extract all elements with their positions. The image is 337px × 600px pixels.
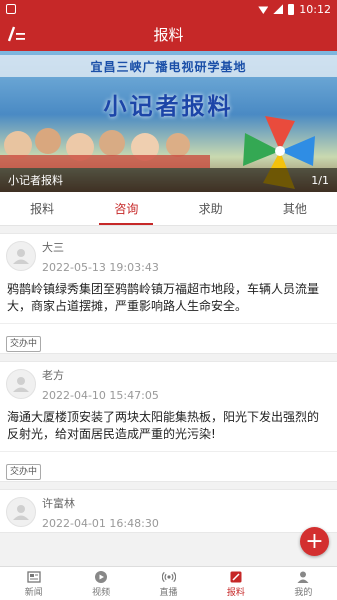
page-title: 报料 xyxy=(153,26,184,44)
nav-profile[interactable]: 我的 xyxy=(270,567,337,600)
status-badge: 交办中 xyxy=(6,464,42,480)
nav-live[interactable]: 直播 xyxy=(135,567,202,600)
children-illustration xyxy=(0,128,210,168)
author-name: 许富林 xyxy=(42,497,75,510)
banner-counter: 1/1 xyxy=(311,173,329,187)
news-icon xyxy=(27,570,41,583)
bottom-nav: 新闻 视频 直播 报料 我的 xyxy=(0,566,337,600)
post-author: 许富林 2022-04-01 16:48:30 xyxy=(0,490,337,532)
tab-consult[interactable]: 咨询 xyxy=(84,192,168,225)
live-icon xyxy=(161,571,176,582)
status-bar: 10:12 xyxy=(0,0,337,18)
banner-caption-text: 小记者报料 xyxy=(8,174,63,187)
app-header: 报料 xyxy=(0,18,337,51)
user-icon xyxy=(13,505,29,520)
tab-report[interactable]: 报料 xyxy=(0,192,84,225)
nav-video[interactable]: 视频 xyxy=(67,567,134,600)
video-icon xyxy=(95,570,108,583)
status-badge: 交办中 xyxy=(6,336,42,352)
app-notification-icon xyxy=(6,4,16,14)
profile-icon xyxy=(297,571,309,583)
post-time: 2022-04-01 16:48:30 xyxy=(42,517,159,530)
battery-icon xyxy=(288,3,295,15)
author-name: 老方 xyxy=(42,369,64,382)
post-list[interactable]: 大三 2022-05-13 19:03:43 鸦鹊岭镇绿秀集团至鸦鹊岭镇万福超市… xyxy=(0,226,337,566)
nav-video-label: 视频 xyxy=(92,587,111,598)
add-report-button[interactable]: + xyxy=(300,527,329,556)
post-time: 2022-04-10 15:47:05 xyxy=(42,389,159,402)
tab-other[interactable]: 其他 xyxy=(253,192,337,225)
category-tabs: 报料 咨询 求助 其他 xyxy=(0,192,337,226)
nav-report-label: 报料 xyxy=(226,587,245,598)
author-name: 大三 xyxy=(42,241,64,254)
post-content: 海通大厦楼顶安装了两块太阳能集热板，阳光下发出强烈的反射光，给对面居民造成严重的… xyxy=(7,410,320,441)
avatar xyxy=(6,497,36,527)
banner-caption: 小记者报料 1/1 xyxy=(0,168,337,192)
post-author: 老方 2022-04-10 15:47:05 xyxy=(0,362,337,404)
avatar xyxy=(6,241,36,271)
report-icon xyxy=(230,571,242,582)
avatar xyxy=(6,369,36,399)
nav-news-label: 新闻 xyxy=(24,587,43,598)
nav-profile-label: 我的 xyxy=(294,587,313,598)
clock: 10:12 xyxy=(299,2,331,16)
nav-live-label: 直播 xyxy=(159,587,178,598)
banner-band: 宜昌三峡广播电视研学基地 xyxy=(0,55,337,77)
user-icon xyxy=(13,377,29,392)
post-author: 大三 2022-05-13 19:03:43 xyxy=(0,234,337,276)
list-item[interactable]: 老方 2022-04-10 15:47:05 海通大厦楼顶安装了两块太阳能集热板… xyxy=(0,361,337,482)
banner-band-text: 宜昌三峡广播电视研学基地 xyxy=(90,59,247,74)
list-item[interactable]: 许富林 2022-04-01 16:48:30 xyxy=(0,489,337,533)
user-icon xyxy=(13,249,29,264)
wifi-icon xyxy=(258,6,269,14)
post-content: 鸦鹊岭镇绿秀集团至鸦鹊岭镇万福超市地段，车辆人员流量大，商家占道摆摊，严重影响路… xyxy=(7,282,320,313)
post-time: 2022-05-13 19:03:43 xyxy=(42,261,159,274)
nav-report[interactable]: 报料 xyxy=(202,567,269,600)
list-item[interactable]: 大三 2022-05-13 19:03:43 鸦鹊岭镇绿秀集团至鸦鹊岭镇万福超市… xyxy=(0,233,337,354)
banner-carousel[interactable]: 宜昌三峡广播电视研学基地 小记者报料 小记者报料 1/1 xyxy=(0,51,337,192)
nav-news[interactable]: 新闻 xyxy=(0,567,67,600)
tab-help[interactable]: 求助 xyxy=(169,192,253,225)
signal-icon xyxy=(273,4,284,14)
app-logo-icon[interactable] xyxy=(8,26,26,42)
